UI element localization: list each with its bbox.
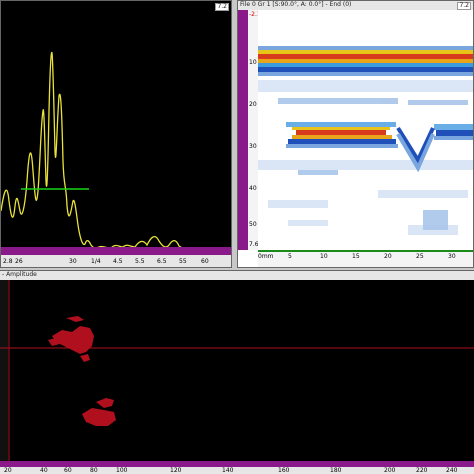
ascan-ruler-labels-bg: 2.8 26 30 1/4 4.5 5.5 6.5 55 60 <box>1 255 231 267</box>
ascan-view[interactable]: 7.2 2.8 26 30 1/4 4.5 5.5 6.5 55 60 <box>0 0 232 268</box>
cscan-axis-label: 80 <box>90 467 98 474</box>
ascan-ruler-label: 5.5 <box>135 258 145 265</box>
bscan-titlebar: File 0 Gr 1 [S:90.0°, A: 0.0°] - End (0) <box>238 1 473 10</box>
cscan-axis-label: 200 <box>384 467 396 474</box>
bscan-view[interactable]: File 0 Gr 1 [S:90.0°, A: 0.0°] - End (0)… <box>237 0 474 268</box>
ascan-ruler-label: 1/4 <box>91 258 101 265</box>
ascan-waveform-plot <box>1 51 231 250</box>
bscan-scan-label: 10 <box>320 253 328 260</box>
cscan-image <box>0 280 474 466</box>
ascan-ruler-bar <box>1 247 231 255</box>
ascan-ruler-label: 2.8 <box>3 258 13 265</box>
bscan-zoom-badge[interactable]: 7.2 <box>457 2 471 10</box>
ascan-ruler-label: 60 <box>201 258 209 265</box>
bscan-scan-label: 5 <box>288 253 292 260</box>
bscan-scan-label: 25 <box>416 253 424 260</box>
cscan-axis-label: 180 <box>330 467 342 474</box>
cscan-axis-label: 140 <box>222 467 234 474</box>
cscan-axis-label: 220 <box>416 467 428 474</box>
ascan-ruler-label: 30 <box>69 258 77 265</box>
ascan-ruler-label: 6.5 <box>157 258 167 265</box>
bscan-scale-label: 0mm <box>258 253 274 260</box>
ascan-waveform <box>1 51 231 250</box>
cscan-axis-labels: 20 40 60 80 100 120 140 160 180 200 220 … <box>0 467 474 474</box>
bscan-depth-label: 40 <box>249 185 257 192</box>
bscan-depth-label: 20 <box>249 101 257 108</box>
ascan-ruler-label: 4.5 <box>113 258 123 265</box>
bscan-scan-label: 30 <box>448 253 456 260</box>
bscan-horizontal-labels: 0mm 5 10 15 20 25 30 <box>258 252 473 267</box>
ascan-ruler-label: 26 <box>15 258 23 265</box>
cscan-axis-label: 240 <box>446 467 458 474</box>
bscan-vertical-ruler[interactable] <box>238 10 248 250</box>
cscan-axis-label: 100 <box>116 467 128 474</box>
bscan-scan-label: 15 <box>352 253 360 260</box>
cscan-axis-label: 120 <box>170 467 182 474</box>
bscan-scan-label: 20 <box>384 253 392 260</box>
cscan-view[interactable]: - Amplitude 15 20 40 60 80 100 120 140 1… <box>0 270 474 474</box>
bscan-title: File 0 Gr 1 [S:90.0°, A: 0.0°] - End (0) <box>240 1 352 8</box>
bscan-image <box>258 10 473 250</box>
bscan-depth-label: 30 <box>249 143 257 150</box>
cscan-axis-label: 40 <box>40 467 48 474</box>
cscan-title: - Amplitude <box>2 271 37 278</box>
cscan-axis-label: 20 <box>4 467 12 474</box>
cscan-axis-label: 160 <box>278 467 290 474</box>
bscan-depth-label: 10 <box>249 59 257 66</box>
cscan-titlebar: - Amplitude <box>0 271 474 280</box>
bscan-vertical-labels: -2.1 10 20 30 40 50 7.6 <box>248 10 261 250</box>
cscan-axis-label: 60 <box>64 467 72 474</box>
ascan-ruler[interactable]: 2.8 26 30 1/4 4.5 5.5 6.5 55 60 <box>1 247 231 267</box>
bscan-depth-label: 50 <box>249 221 257 228</box>
ascan-ruler-label: 55 <box>179 258 187 265</box>
